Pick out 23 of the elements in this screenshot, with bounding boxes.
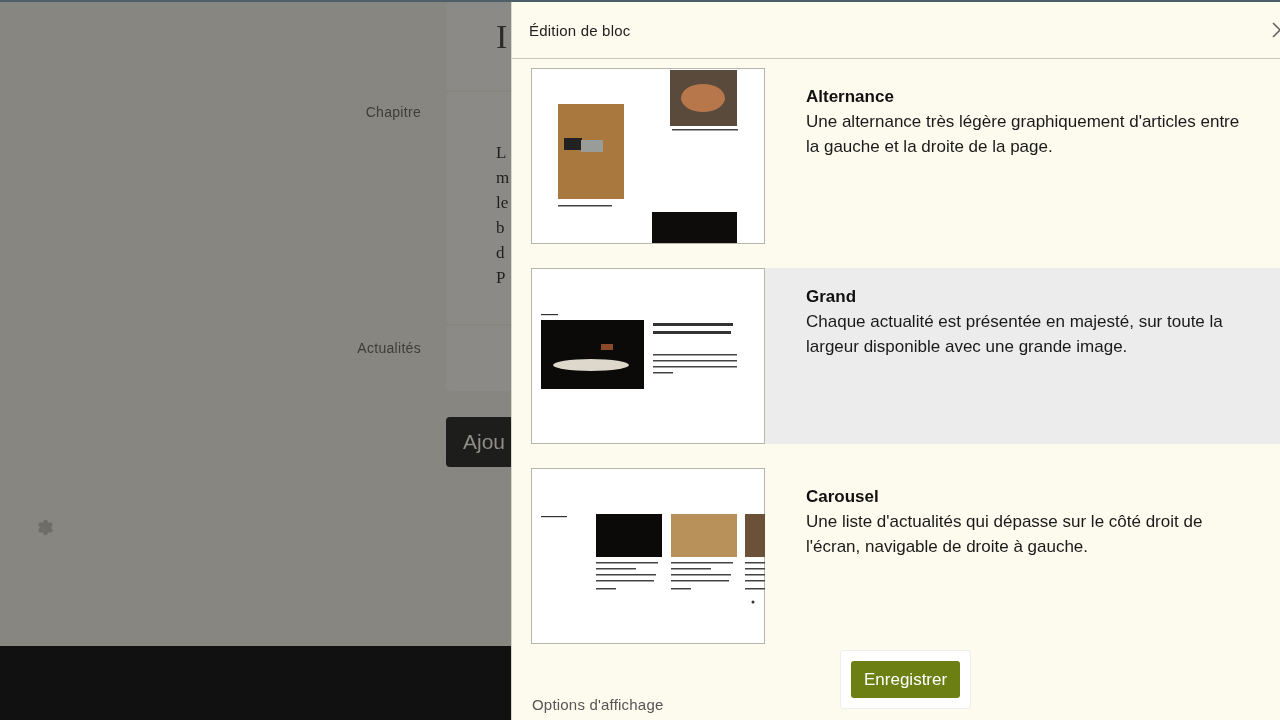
save-button[interactable]: Enregistrer <box>851 661 961 698</box>
layout-option[interactable]: Grand Chaque actualité est présentée en majesté, sur toute la largeur disponible avec une grande image. <box>765 268 1280 444</box>
panel-title: Édition de bloc <box>529 21 631 39</box>
section-heading: Options d'affichage <box>532 696 665 713</box>
layout-description: Une liste d'actualités qui dépasse sur le côté droit de l'écran, navigable de droite à gauche. <box>806 511 1204 558</box>
paragraph-line: d <box>496 242 506 264</box>
paragraph-line: P <box>496 267 507 289</box>
layout-title: Carousel <box>806 486 880 508</box>
layout-title: Alternance <box>806 86 895 108</box>
field-label: Chapitre <box>365 104 421 122</box>
layout-description: Chaque actualité est présentée en majesté, sur toute la largeur disponible avec une grande image. <box>806 311 1224 358</box>
paragraph-line: L <box>496 142 508 164</box>
paragraph-line: b <box>496 217 506 239</box>
page-heading: I <box>496 18 509 56</box>
paragraph-line: m <box>496 167 511 189</box>
field-label: Actualités <box>357 340 421 358</box>
layout-title: Grand <box>806 286 858 308</box>
layout-option[interactable]: Carousel Une liste d'actualités qui dépasse sur le côté droit de l'écran, navigable de droite à gauche. <box>765 468 1280 644</box>
layout-option[interactable]: Alternance Une alternance très légère graphiquement d'articles entre la gauche et la droite de la page. <box>765 68 1280 244</box>
layout-description: Une alternance très légère graphiquement d'articles entre la gauche et la droite de la page. <box>806 111 1241 158</box>
chevron-icon[interactable] <box>1272 22 1280 38</box>
paragraph-line: le <box>496 192 510 214</box>
add-button[interactable]: Ajou <box>446 417 511 467</box>
